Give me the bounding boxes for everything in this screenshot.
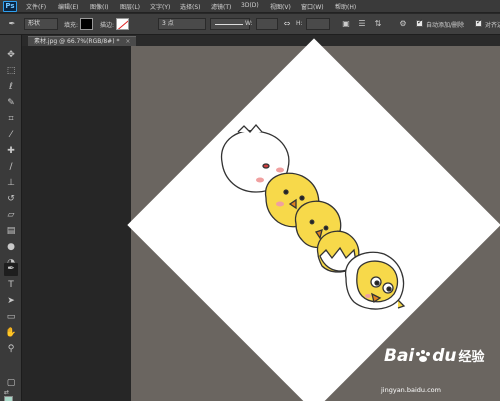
- cartoon-chicks-illustration: [220, 124, 406, 310]
- foreground-color-swatch[interactable]: [4, 396, 13, 401]
- watermark-jingyan: 经验: [458, 350, 485, 365]
- watermark-brand: Bai: [384, 346, 415, 366]
- baidu-watermark: Bai du 经验: [384, 346, 484, 366]
- watermark-brand-2: du: [432, 346, 457, 366]
- paw-icon: [414, 349, 432, 363]
- watermark-url: jingyan.baidu.com: [381, 386, 441, 394]
